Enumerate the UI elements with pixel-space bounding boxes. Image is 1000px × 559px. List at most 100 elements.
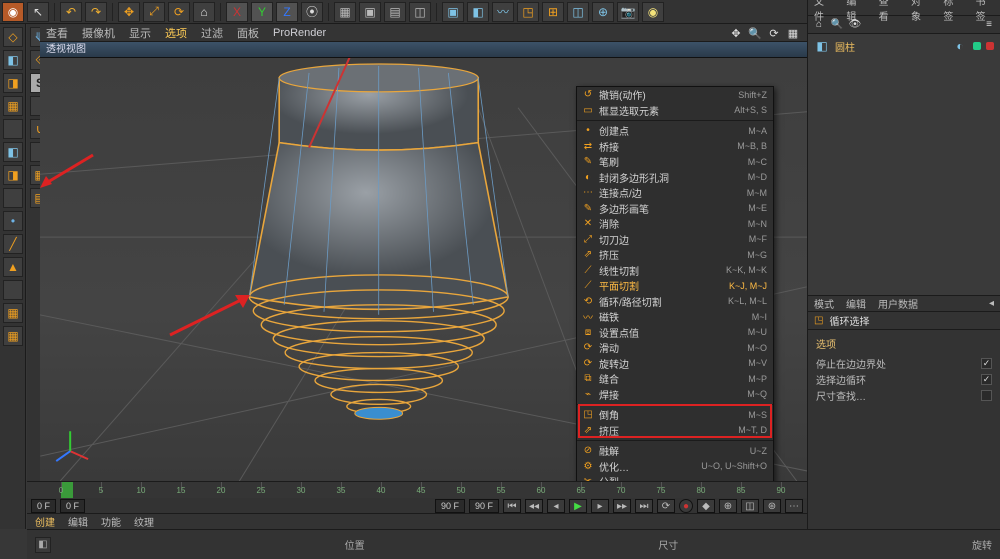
- layout-icon[interactable]: ▦: [785, 26, 801, 40]
- goto-start-icon[interactable]: ⏮: [503, 499, 521, 513]
- vp-menu-cam[interactable]: 摄像机: [82, 25, 115, 41]
- key-param-icon[interactable]: ⋯: [785, 499, 803, 513]
- vp-menu-view[interactable]: 查看: [46, 25, 68, 41]
- object-list[interactable]: ◧ 圆柱 ◐: [808, 34, 1000, 296]
- scale-icon[interactable]: ⤢: [143, 2, 165, 22]
- tab-mode[interactable]: 模式: [814, 296, 834, 311]
- next-key-icon[interactable]: ▸▸: [613, 499, 631, 513]
- axis-y-icon[interactable]: Y: [251, 2, 273, 22]
- key-scale-icon[interactable]: ◫: [741, 499, 759, 513]
- uv-poly-icon[interactable]: ▦: [3, 303, 23, 323]
- ctx-item[interactable]: ⇄桥接M~B, B: [577, 139, 773, 155]
- ctx-item[interactable]: ⋯连接点/边M~M: [577, 185, 773, 201]
- add-spline-icon[interactable]: 〰: [492, 2, 514, 22]
- ctx-item[interactable]: ⟋线性切割K~K, M~K: [577, 263, 773, 279]
- poly-mode-icon[interactable]: ▲: [3, 257, 23, 277]
- redo-icon[interactable]: ↷: [85, 2, 107, 22]
- add-deformer-icon[interactable]: ◫: [567, 2, 589, 22]
- render-icon[interactable]: ▣: [359, 2, 381, 22]
- tab-tag[interactable]: 标签: [943, 0, 961, 23]
- picture-view-icon[interactable]: ▦: [334, 2, 356, 22]
- ctx-item[interactable]: ↺撤销(动作)Shift+Z: [577, 87, 773, 103]
- vp-menu-filter[interactable]: 过滤: [201, 25, 223, 41]
- option-row[interactable]: 选择边循环✓: [816, 371, 992, 387]
- pan-icon[interactable]: ✥: [728, 26, 744, 40]
- light-icon[interactable]: ◉: [642, 2, 664, 22]
- cursor-icon[interactable]: ↖: [27, 2, 49, 22]
- frame-current[interactable]: 0 F: [60, 499, 85, 513]
- prev-key-icon[interactable]: ◂◂: [525, 499, 543, 513]
- ctx-item[interactable]: ⧈设置点值M~U: [577, 325, 773, 341]
- tab-user[interactable]: 用户数据: [878, 296, 918, 311]
- object-mode-icon[interactable]: ◧: [3, 142, 23, 162]
- ctx-item[interactable]: 〰磁铁M~I: [577, 309, 773, 325]
- add-nurbs-icon[interactable]: ◳: [517, 2, 539, 22]
- add-array-icon[interactable]: ⊞: [542, 2, 564, 22]
- arrow-left-icon[interactable]: ◂: [989, 298, 994, 309]
- timeline-ruler[interactable]: 051015202530354045505560657075808590: [27, 482, 807, 498]
- ctx-item[interactable]: ⟋平面切割K~J, M~J: [577, 278, 773, 294]
- vp-menu-display[interactable]: 显示: [129, 25, 151, 41]
- ctx-item[interactable]: ⇗挤压M~G: [577, 247, 773, 263]
- ctx-item[interactable]: ⟲循环/路径切割K~L, M~L: [577, 294, 773, 310]
- play-icon[interactable]: ▶: [569, 499, 587, 513]
- axis-x-icon[interactable]: X: [226, 2, 248, 22]
- vp-menu-options[interactable]: 选项: [165, 25, 187, 41]
- ctx-item[interactable]: •创建点M~A: [577, 123, 773, 139]
- eye-icon[interactable]: 👁: [848, 18, 862, 32]
- option-row[interactable]: 停止在边边界处✓: [816, 355, 992, 371]
- loop-icon[interactable]: ⟳: [657, 499, 675, 513]
- render-settings-icon[interactable]: ▣: [442, 2, 464, 22]
- checker-icon[interactable]: ▦: [3, 96, 23, 116]
- key-pos-icon[interactable]: ⊕: [719, 499, 737, 513]
- record-icon[interactable]: ●: [679, 499, 693, 513]
- move-icon[interactable]: ✥: [118, 2, 140, 22]
- uv-point-icon[interactable]: ▦: [3, 326, 23, 346]
- make-editable-icon[interactable]: ◇: [3, 27, 23, 47]
- checkbox[interactable]: ✓: [981, 358, 992, 369]
- checkbox[interactable]: [981, 390, 992, 401]
- live-select-icon[interactable]: ◉: [2, 2, 24, 22]
- ctx-item[interactable]: ⚙优化…U~O, U~Shift+O: [577, 459, 773, 475]
- tab-function[interactable]: 功能: [101, 514, 121, 529]
- ctx-item[interactable]: ⟳滑动M~O: [577, 340, 773, 356]
- option-row[interactable]: 尺寸查找…: [816, 387, 992, 403]
- ctx-item[interactable]: ◐封闭多边形孔洞M~D: [577, 170, 773, 186]
- camera-icon[interactable]: 📷: [617, 2, 639, 22]
- ctx-item[interactable]: ◳倒角M~S: [577, 407, 773, 423]
- ctx-item[interactable]: ▭框显选取元素Alt+S, S: [577, 103, 773, 119]
- ctx-item[interactable]: ⌁焊接M~Q: [577, 387, 773, 403]
- undo-icon[interactable]: ↶: [60, 2, 82, 22]
- tab-create[interactable]: 创建: [35, 514, 55, 529]
- ctx-item[interactable]: ⧉缝合M~P: [577, 371, 773, 387]
- tab-edit3[interactable]: 编辑: [68, 514, 88, 529]
- next-frame-icon[interactable]: ▸: [591, 499, 609, 513]
- env-icon[interactable]: ⊕: [592, 2, 614, 22]
- frame-max[interactable]: 90 F: [469, 499, 499, 513]
- ctx-item[interactable]: ⊘融解U~Z: [577, 443, 773, 459]
- autokey-icon[interactable]: ◆: [697, 499, 715, 513]
- orbit-icon[interactable]: ⟳: [766, 26, 782, 40]
- goto-end-icon[interactable]: ⏭: [635, 499, 653, 513]
- ctx-item[interactable]: ✎多边形画笔M~E: [577, 201, 773, 217]
- point-mode-icon[interactable]: •: [3, 211, 23, 231]
- vis-render-dot[interactable]: [986, 42, 994, 50]
- tab-texture[interactable]: 纹理: [134, 514, 154, 529]
- vp-menu-panel[interactable]: 面板: [237, 25, 259, 41]
- tab-object[interactable]: 对象: [911, 0, 929, 23]
- render-region-icon[interactable]: ◫: [409, 2, 431, 22]
- tab-view[interactable]: 查看: [879, 0, 897, 23]
- texture-icon[interactable]: ◨: [3, 73, 23, 93]
- vis-editor-dot[interactable]: [973, 42, 981, 50]
- object-item-cylinder[interactable]: ◧ 圆柱 ◐: [814, 37, 994, 55]
- ctx-item[interactable]: ✎笔刷M~C: [577, 154, 773, 170]
- ctx-item[interactable]: ✕消除M~N: [577, 216, 773, 232]
- checkbox[interactable]: ✓: [981, 374, 992, 385]
- vp-menu-prorender[interactable]: ProRender: [273, 27, 326, 39]
- ctx-item[interactable]: ⟳旋转边M~V: [577, 356, 773, 372]
- axis-z-icon[interactable]: Z: [276, 2, 298, 22]
- home-icon[interactable]: ⌂: [812, 18, 826, 32]
- search-icon[interactable]: 🔍: [830, 18, 844, 32]
- ctx-item[interactable]: ⇗挤压M~T, D: [577, 423, 773, 439]
- phong-tag-icon[interactable]: ◐: [952, 38, 968, 54]
